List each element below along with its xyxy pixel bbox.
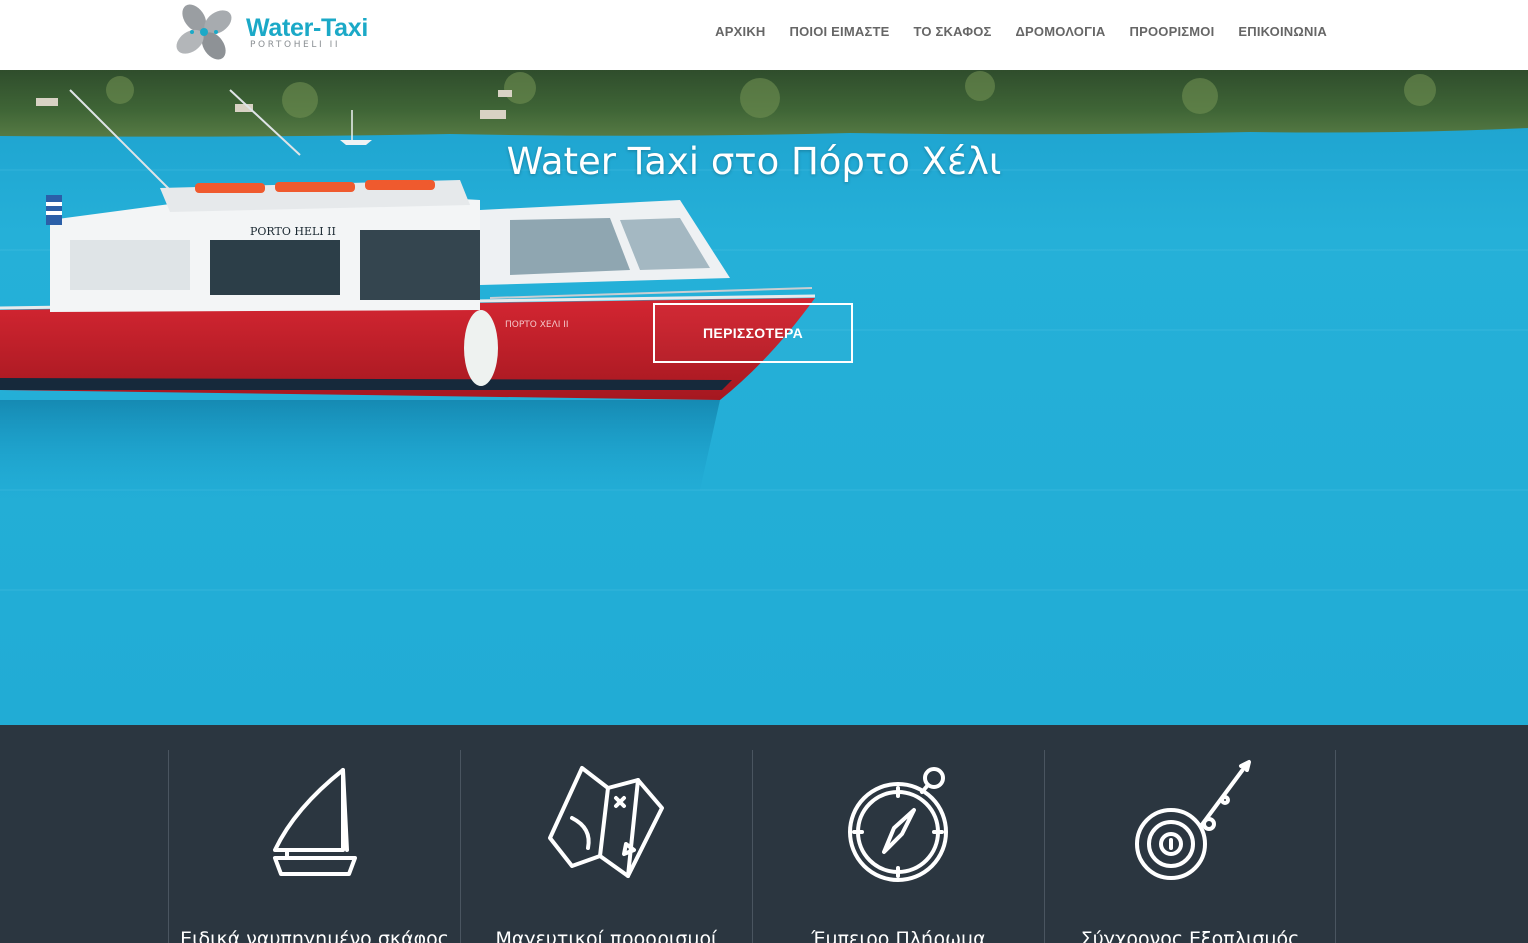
feature-label: Έμπειρο Πλήρωμα	[811, 928, 986, 943]
feature-label: Σύγχρονος Εξοπλισμός	[1080, 928, 1300, 943]
logo-wordmark: Water-Taxi	[246, 14, 369, 42]
nav-item-contact[interactable]: ΕΠΙΚΟΙΝΩΝΙΑ	[1238, 24, 1327, 39]
more-button[interactable]: ΠΕΡΙΣΣΟΤΕΡΑ	[653, 303, 853, 363]
boat-hull-label: ΠΟΡΤΟ ΧΕΛΙ II	[505, 320, 569, 330]
hero-title: Water Taxi στο Πόρτο Χέλι	[506, 140, 1002, 183]
nav-item-destinations[interactable]: ΠΡΟΟΡΙΣΜΟΙ	[1129, 24, 1214, 39]
hero-banner: PORTO HELI II ΠΟΡΤΟ ΧΕΛΙ II Water Taxi σ…	[0, 70, 1528, 725]
site-header: Water-Taxi PORTOHELI II ΑΡΧΙΚΗ ΠΟΙΟΙ ΕΙΜ…	[0, 0, 1528, 70]
propeller-logo-icon	[176, 4, 232, 60]
feature-destinations: Μαγευτικοί προορισμοί	[460, 750, 752, 943]
nav-item-vessel[interactable]: ΤΟ ΣΚΑΦΟΣ	[913, 24, 991, 39]
treasure-map-icon	[547, 766, 664, 878]
feature-crew: Έμπειρο Πλήρωμα	[752, 750, 1044, 943]
features-strip: Ειδικά ναυπηγημένο σκάφος Μαγευτικοί προ…	[0, 725, 1528, 943]
nav-item-about[interactable]: ΠΟΙΟΙ ΕΙΜΑΣΤΕ	[790, 24, 890, 39]
feature-label: Ειδικά ναυπηγημένο σκάφος	[180, 928, 449, 943]
site-logo[interactable]: Water-Taxi PORTOHELI II	[168, 0, 378, 66]
fishing-reel-icon	[1135, 760, 1251, 880]
main-nav: ΑΡΧΙΚΗ ΠΟΙΟΙ ΕΙΜΑΣΤΕ ΤΟ ΣΚΑΦΟΣ ΔΡΟΜΟΛΟΓΙ…	[715, 0, 1327, 62]
sailboat-icon	[272, 768, 357, 876]
feature-equipment: Σύγχρονος Εξοπλισμός	[1044, 750, 1336, 943]
logo-subtitle: PORTOHELI II	[250, 40, 341, 50]
boat-name-label: PORTO HELI II	[250, 225, 336, 238]
feature-label: Μαγευτικοί προορισμοί	[495, 928, 718, 943]
nav-item-home[interactable]: ΑΡΧΙΚΗ	[715, 24, 765, 39]
nav-item-routes[interactable]: ΔΡΟΜΟΛΟΓΙΑ	[1016, 24, 1106, 39]
compass-icon	[847, 767, 948, 882]
feature-custom-boat: Ειδικά ναυπηγημένο σκάφος	[168, 750, 460, 943]
